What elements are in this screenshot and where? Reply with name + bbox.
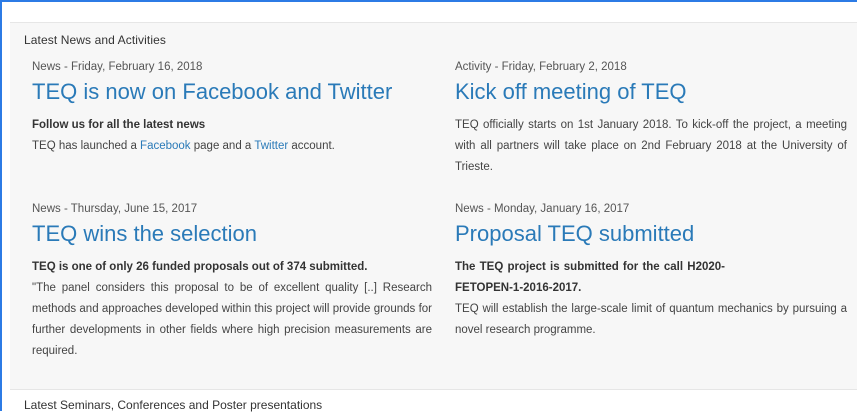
news-item: News - Thursday, June 15, 2017 TEQ wins … [32, 203, 432, 362]
news-item: Activity - Friday, February 2, 2018 Kick… [455, 61, 847, 178]
news-item: News - Friday, February 16, 2018 TEQ is … [32, 61, 432, 157]
news-item-text: account. [288, 140, 335, 152]
facebook-link[interactable]: Facebook [140, 140, 191, 152]
news-item-body: The TEQ project is submitted for the cal… [455, 257, 847, 341]
news-item-meta: News - Friday, February 16, 2018 [32, 61, 203, 73]
news-item-meta: News - Thursday, June 15, 2017 [32, 203, 198, 215]
news-item-text: TEQ will establish the large-scale limit… [455, 303, 847, 336]
news-item-headline[interactable]: TEQ is now on Facebook and Twitter [32, 79, 432, 105]
news-item-body: TEQ officially starts on 1st January 201… [455, 119, 847, 173]
news-item-body: TEQ is one of only 26 funded proposals o… [32, 257, 432, 362]
news-item-text: TEQ has launched a [32, 140, 141, 152]
news-item-headline[interactable]: Proposal TEQ submitted [455, 221, 847, 247]
seminars-section-title: Latest Seminars, Conferences and Poster … [24, 398, 323, 412]
news-item-lead: The TEQ project is submitted for the cal… [455, 261, 725, 294]
twitter-link[interactable]: Twitter [254, 140, 288, 152]
news-item-meta: Activity - Friday, February 2, 2018 [455, 61, 627, 73]
news-item-lead: TEQ is one of only 26 funded proposals o… [32, 261, 368, 273]
news-panel: Latest News and Activities News - Friday… [10, 22, 857, 390]
news-item-text: page and a [190, 140, 255, 152]
news-item-lead: Follow us for all the latest news [32, 119, 206, 131]
news-section-title: Latest News and Activities [24, 33, 167, 47]
news-item-body: Follow us for all the latest news TEQ ha… [32, 115, 432, 157]
news-item-meta: News - Monday, January 16, 2017 [455, 203, 630, 215]
news-item-headline[interactable]: TEQ wins the selection [32, 221, 432, 247]
news-item-headline[interactable]: Kick off meeting of TEQ [455, 79, 847, 105]
news-item-text: "The panel considers this proposal to be… [32, 282, 432, 357]
news-item: News - Monday, January 16, 2017 Proposal… [455, 203, 847, 341]
